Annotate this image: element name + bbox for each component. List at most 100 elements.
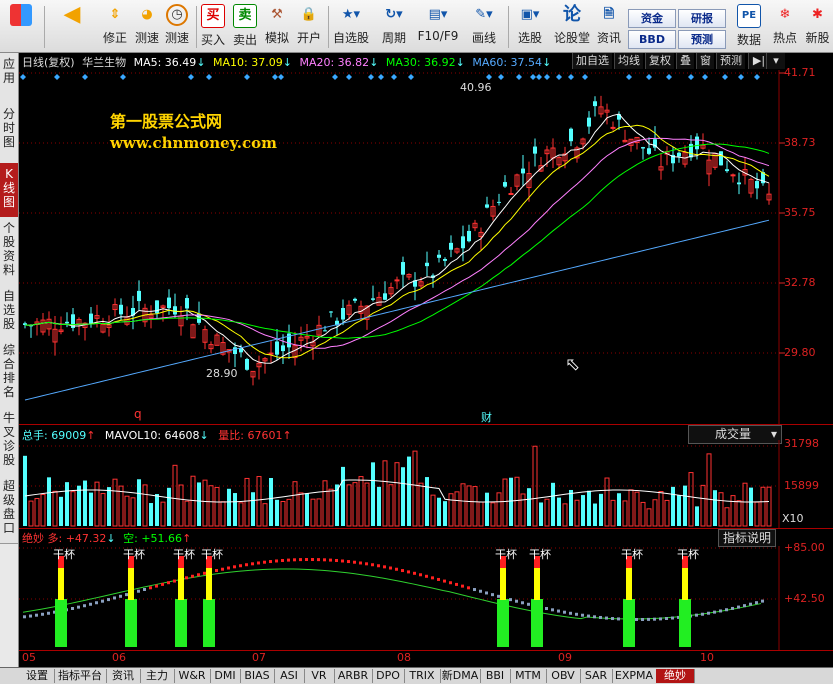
- grid-icon: [10, 4, 32, 26]
- f10-icon: ▤▾: [428, 7, 448, 22]
- signal-label: 干杯: [677, 548, 699, 561]
- clock-icon: ◷: [166, 4, 188, 26]
- hammer-icon: ⚒: [271, 7, 283, 22]
- new-stock-icon: ✱: [812, 7, 823, 22]
- back-arrow-icon: ◀: [63, 2, 81, 27]
- f10-button[interactable]: ▤▾ F10/F9: [416, 4, 460, 50]
- indicator-tab[interactable]: TRIX: [404, 669, 441, 683]
- price-header: 日线(复权) 华兰生物 MA5: 36.49↓ MA10: 37.09↓ MA2…: [22, 56, 552, 69]
- up-down-arrows-icon: ⇕: [109, 7, 121, 22]
- time-axis-label: 06: [112, 651, 126, 664]
- fix-button[interactable]: ⇕ 修正: [98, 4, 132, 50]
- stock-picker-button[interactable]: ▣▾ 选股: [510, 4, 550, 50]
- cycle-icon: ↻▾: [385, 7, 403, 22]
- indicator-tab[interactable]: 设置: [20, 669, 55, 683]
- overlay-button[interactable]: 叠: [676, 53, 694, 69]
- sidebar-tab-stock-profile[interactable]: 个股资料: [0, 217, 18, 286]
- data-button[interactable]: PE 数据: [732, 4, 766, 50]
- indicator-tab[interactable]: EXPMA: [612, 669, 657, 683]
- research-report-button[interactable]: 研报: [678, 9, 726, 28]
- indicator-tab[interactable]: DPO: [372, 669, 405, 683]
- news-button[interactable]: 🗎 资讯: [594, 4, 624, 50]
- sidebar-tab-diagnosis[interactable]: 牛叉诊股: [0, 407, 18, 476]
- window-button[interactable]: 窗: [696, 53, 714, 69]
- stock-name: 华兰生物: [82, 56, 127, 69]
- indicator-explain-button[interactable]: 指标说明: [718, 529, 777, 547]
- indicator-tab[interactable]: VR: [304, 669, 335, 683]
- volume-chart[interactable]: [19, 440, 833, 528]
- pen-icon: ✎▾: [475, 7, 493, 22]
- fund-button[interactable]: 资金: [628, 9, 676, 28]
- forum-icon: 论: [563, 4, 581, 25]
- period-label[interactable]: 日线(复权): [22, 56, 75, 69]
- adjust-button[interactable]: 复权: [645, 53, 674, 69]
- mouse-cursor-icon: ⬁: [565, 354, 581, 375]
- time-axis-label: 10: [700, 651, 714, 664]
- sidebar-tab-level2[interactable]: 超级盘口: [0, 475, 18, 544]
- draw-line-button[interactable]: ✎▾ 画线: [464, 4, 504, 50]
- sidebar-tab-apps[interactable]: 应用: [0, 53, 18, 104]
- indicator-tab[interactable]: BIAS: [240, 669, 275, 683]
- buy-button[interactable]: 买 买入: [198, 4, 228, 50]
- speed-test-clock-button[interactable]: ◷ 测速: [162, 4, 192, 50]
- back-button[interactable]: ◀: [54, 4, 90, 50]
- ma5-value: MA5: 36.49: [133, 56, 197, 69]
- indicator-tab[interactable]: W&R: [174, 669, 211, 683]
- pe-icon: PE: [737, 4, 761, 28]
- event-marker-q[interactable]: q: [134, 407, 142, 421]
- low-price-label: 28.90: [206, 367, 238, 380]
- signal-label: 干杯: [53, 548, 75, 561]
- ma20-value: MA20: 36.82: [299, 56, 370, 69]
- price-axis-label: 41.71: [784, 66, 816, 79]
- signal-label: 干杯: [621, 548, 643, 561]
- ma10-value: MA10: 37.09: [213, 56, 283, 69]
- speed-test-button[interactable]: ◕ 测速: [132, 4, 162, 50]
- sell-button[interactable]: 卖 卖出: [230, 4, 260, 50]
- indicator-axis-label: +85.00: [784, 541, 825, 554]
- forecast-button[interactable]: 预测: [678, 30, 726, 49]
- indicator-tab[interactable]: 新DMA: [440, 669, 481, 683]
- indicator-tab[interactable]: DMI: [210, 669, 241, 683]
- price-chart[interactable]: [19, 70, 833, 426]
- new-stock-button[interactable]: ✱ 新股: [802, 4, 833, 50]
- signal-label: 干杯: [201, 548, 223, 561]
- ma30-value: MA30: 36.92: [385, 56, 456, 69]
- indicator-tab[interactable]: 主力: [140, 669, 175, 683]
- indicator-tab[interactable]: SAR: [580, 669, 613, 683]
- indicator-tab[interactable]: BBI: [480, 669, 511, 683]
- grid-menu-button[interactable]: [4, 4, 38, 50]
- sell-icon: 卖: [233, 4, 257, 28]
- volume-axis-label: 15899: [784, 479, 819, 492]
- sidebar-tab-ranking[interactable]: 综合排名: [0, 339, 18, 408]
- indicator-tab[interactable]: MTM: [510, 669, 547, 683]
- event-marker-financial[interactable]: 财: [481, 409, 492, 425]
- simulate-button[interactable]: ⚒ 模拟: [262, 4, 292, 50]
- indicator-tab[interactable]: 指标平台: [54, 669, 107, 683]
- time-axis-label: 09: [558, 651, 572, 664]
- dropdown-icon[interactable]: ▾: [766, 53, 785, 69]
- indicator-tab[interactable]: 绝妙: [656, 669, 695, 683]
- sidebar-tab-intraday[interactable]: 分时图: [0, 103, 18, 164]
- period-button[interactable]: ↻▾ 周期: [374, 4, 414, 50]
- indicator-axis-label: +42.50: [784, 592, 825, 605]
- open-account-button[interactable]: 🔒 开户: [294, 4, 324, 50]
- signal-label: 干杯: [495, 548, 517, 561]
- price-axis-label: 29.80: [784, 346, 816, 359]
- bbd-button[interactable]: BBD: [628, 30, 676, 49]
- indicator-header: 绝妙 多: +47.32↓ 空: +51.66↑: [22, 532, 192, 545]
- add-watchlist-button[interactable]: 加自选: [572, 53, 612, 69]
- buy-icon: 买: [201, 4, 225, 28]
- ma-lines-button[interactable]: 均线: [614, 53, 643, 69]
- high-price-label: 40.96: [460, 81, 492, 94]
- indicator-tab[interactable]: 资讯: [106, 669, 141, 683]
- indicator-tab[interactable]: ASI: [274, 669, 305, 683]
- forecast-toggle-button[interactable]: 预测: [716, 53, 745, 69]
- indicator-tab[interactable]: OBV: [546, 669, 581, 683]
- indicator-tab[interactable]: ARBR: [334, 669, 373, 683]
- hot-spot-button[interactable]: ❄ 热点: [770, 4, 800, 50]
- watchlist-button[interactable]: ★▾ 自选股: [330, 4, 372, 50]
- price-axis-label: 35.75: [784, 206, 816, 219]
- sidebar-tab-watchlist[interactable]: 自选股: [0, 285, 18, 340]
- sidebar-tab-kline[interactable]: K线图: [0, 163, 18, 218]
- forum-button[interactable]: 论 论股堂: [552, 4, 592, 50]
